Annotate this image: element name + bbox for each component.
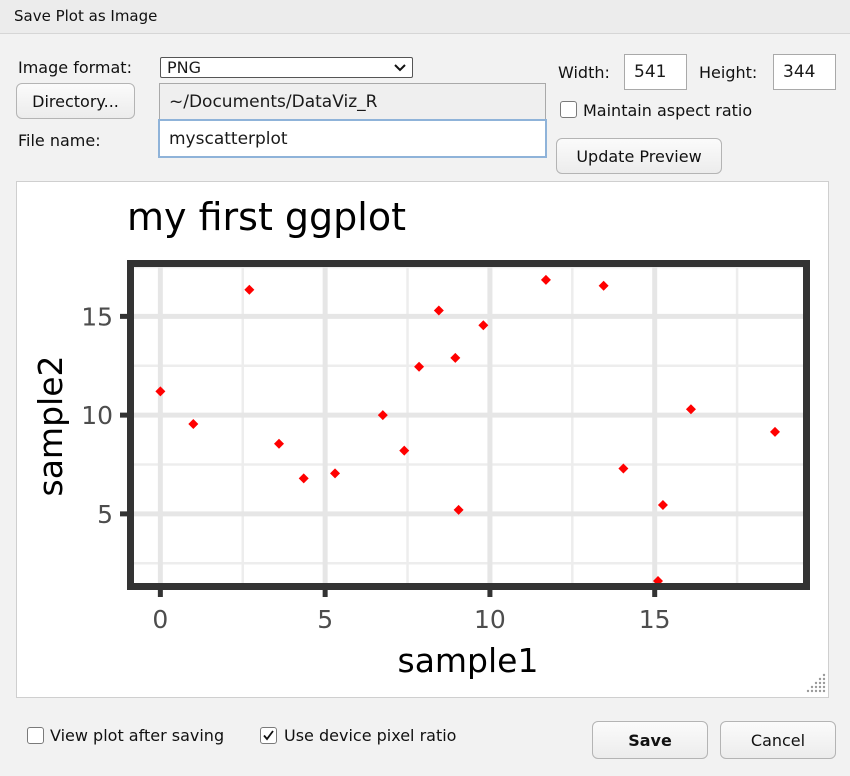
image-format-label: Image format: bbox=[18, 58, 132, 77]
y-tick-label: 10 bbox=[81, 401, 113, 430]
width-input[interactable]: 541 bbox=[624, 54, 687, 90]
data-point bbox=[188, 419, 199, 430]
data-point bbox=[598, 280, 609, 291]
scatter-plot: my first ggplot 0 5 10 15 5 10 15 sample1 samp… bbox=[31, 195, 810, 680]
file-name-label: File name: bbox=[18, 131, 101, 150]
checkmark-icon bbox=[263, 730, 274, 741]
device-pixel-ratio-checkbox[interactable] bbox=[260, 727, 277, 744]
dialog-titlebar: Save Plot as Image bbox=[0, 0, 850, 34]
data-point bbox=[414, 361, 425, 372]
plot-panel-border bbox=[127, 260, 810, 590]
data-point bbox=[274, 438, 285, 449]
directory-button[interactable]: Directory... bbox=[16, 83, 135, 119]
maintain-aspect-checkbox[interactable] bbox=[560, 101, 577, 118]
x-tick-label: 15 bbox=[639, 605, 671, 634]
cancel-button[interactable]: Cancel bbox=[720, 721, 836, 759]
chart-title: my first ggplot bbox=[127, 195, 406, 239]
plot-preview: my first ggplot 0 5 10 15 5 10 15 sample1 samp… bbox=[16, 181, 829, 698]
x-tick-label: 0 bbox=[152, 605, 168, 634]
device-pixel-ratio-label: Use device pixel ratio bbox=[284, 726, 457, 745]
y-tick-label: 5 bbox=[97, 500, 113, 529]
save-button[interactable]: Save bbox=[592, 721, 708, 759]
data-point bbox=[478, 320, 489, 331]
image-format-select[interactable]: PNG bbox=[160, 57, 413, 78]
data-point bbox=[769, 426, 780, 437]
dialog-title: Save Plot as Image bbox=[14, 7, 158, 25]
x-tick-label: 10 bbox=[474, 605, 506, 634]
directory-path-field: ~/Documents/DataViz_R bbox=[159, 83, 546, 120]
data-point bbox=[377, 410, 388, 421]
y-axis-label: sample2 bbox=[31, 356, 70, 497]
data-point bbox=[657, 499, 668, 510]
width-label: Width: bbox=[558, 63, 610, 82]
maintain-aspect-label: Maintain aspect ratio bbox=[583, 101, 753, 120]
x-axis-label: sample1 bbox=[398, 641, 539, 680]
data-point bbox=[540, 274, 551, 285]
y-tick-label: 15 bbox=[81, 302, 113, 331]
update-preview-button[interactable]: Update Preview bbox=[556, 138, 722, 174]
chevron-down-icon bbox=[394, 64, 406, 72]
image-format-value: PNG bbox=[167, 58, 202, 77]
view-after-saving-checkbox[interactable] bbox=[27, 727, 44, 744]
data-point bbox=[244, 284, 255, 295]
view-after-saving-label: View plot after saving bbox=[50, 726, 225, 745]
data-point bbox=[298, 473, 309, 484]
file-name-input[interactable]: myscatterplot bbox=[158, 119, 547, 158]
resize-grip-icon[interactable] bbox=[800, 669, 828, 697]
height-label: Height: bbox=[699, 63, 758, 82]
data-point bbox=[330, 468, 341, 479]
x-tick-label: 5 bbox=[317, 605, 333, 634]
data-point bbox=[450, 352, 461, 363]
data-point bbox=[155, 386, 166, 397]
height-input[interactable]: 344 bbox=[773, 54, 836, 90]
